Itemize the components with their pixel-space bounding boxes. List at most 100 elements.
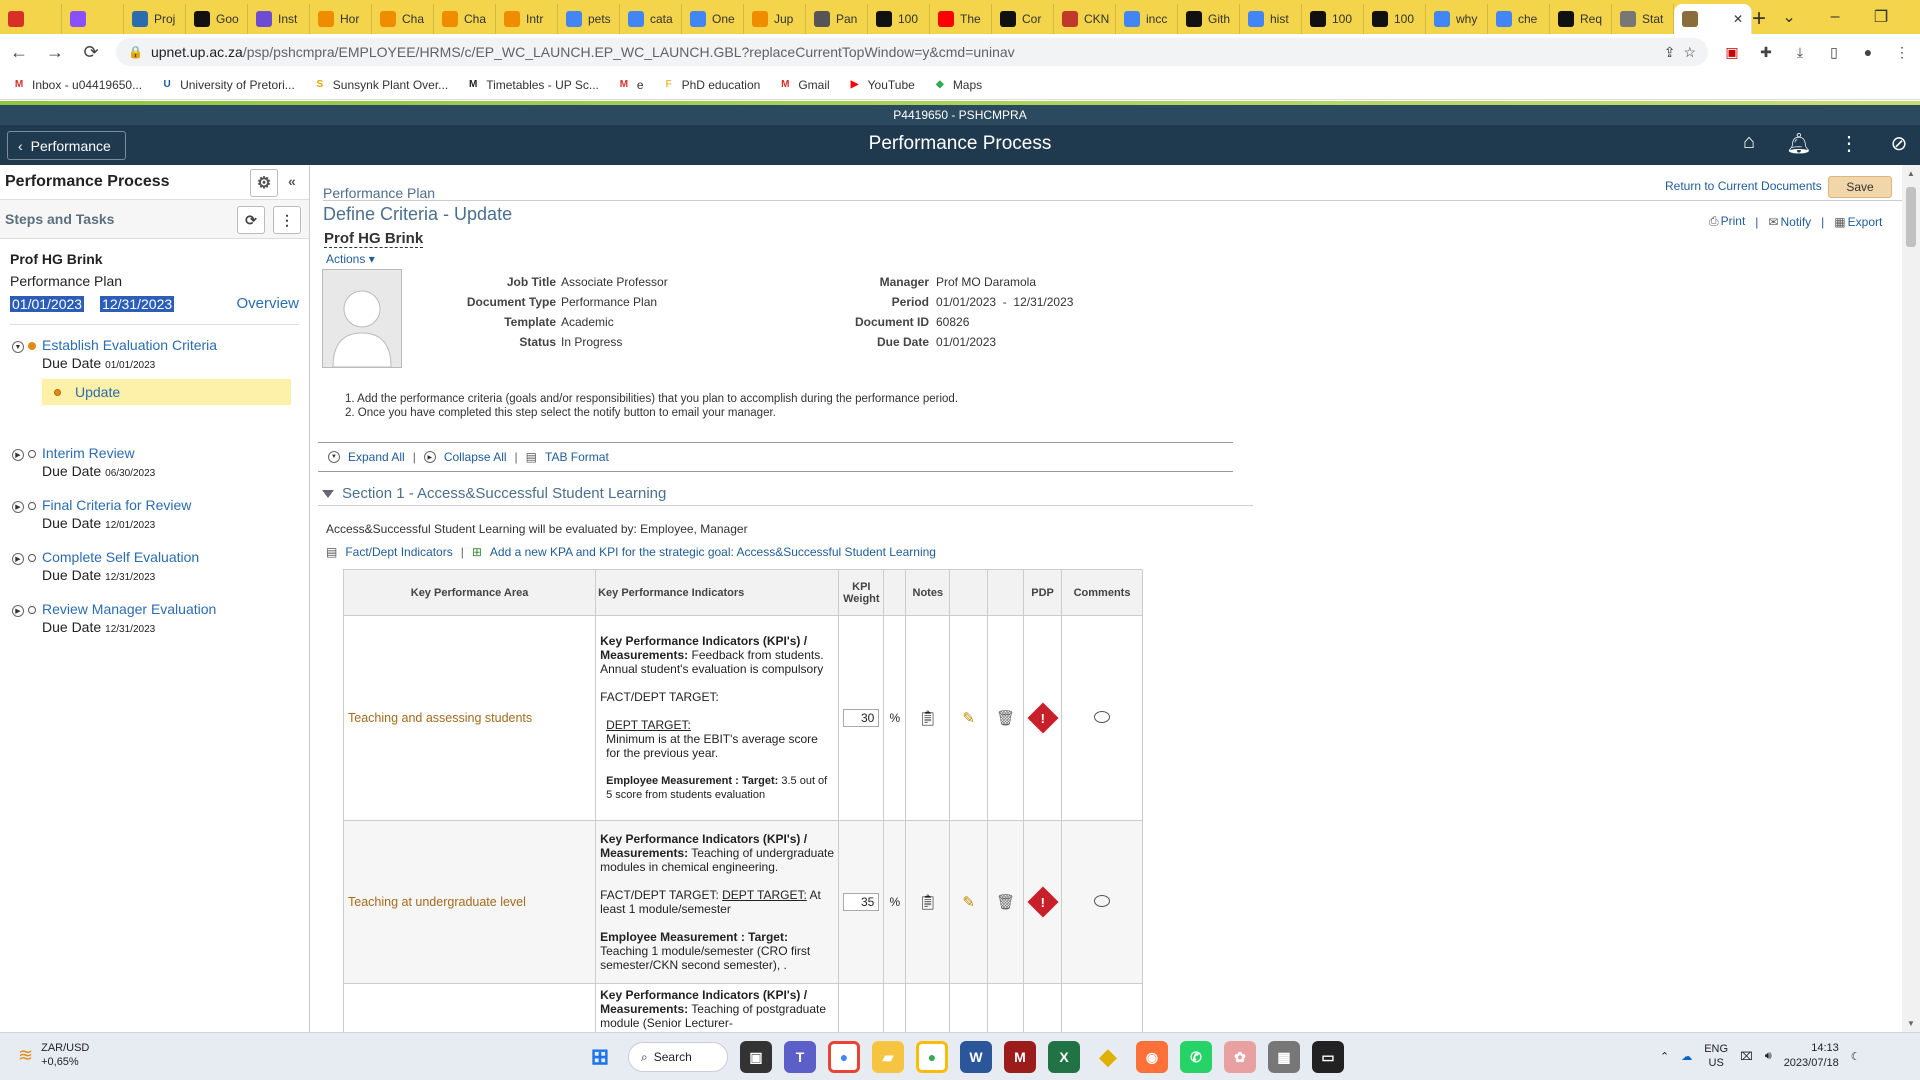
excel-icon[interactable]: X <box>1048 1041 1080 1073</box>
download-icon[interactable]: ⤓ <box>1790 42 1810 62</box>
section-1-header[interactable]: Section 1 - Access&Successful Student Le… <box>322 485 666 502</box>
delete-icon[interactable]: 🗑︎ <box>987 615 1025 821</box>
file-explorer-icon[interactable]: ▰ <box>872 1041 904 1073</box>
teams-icon[interactable]: T <box>784 1041 816 1073</box>
close-tab-icon[interactable]: ✕ <box>1733 12 1743 26</box>
address-bar[interactable]: 🔒 upnet.up.ac.za/psp/pshcmpra/EMPLOYEE/H… <box>116 38 1708 66</box>
add-kpa-link[interactable]: Add a new KPA and KPI for the strategic … <box>490 545 936 559</box>
step-title-link[interactable]: Final Criteria for Review <box>42 497 309 513</box>
step-title-link[interactable]: Establish Evaluation Criteria <box>42 337 309 353</box>
more-actions-icon[interactable]: ⋮ <box>1836 131 1862 156</box>
collapse-step-icon[interactable]: ▼ <box>12 341 24 353</box>
chrome-icon[interactable]: ● <box>828 1041 860 1073</box>
firefox-icon[interactable]: ◉ <box>1136 1041 1168 1073</box>
notes-icon[interactable]: 📋︎ <box>905 615 951 821</box>
navbar-icon[interactable]: ⊘ <box>1886 131 1912 156</box>
pdp-warning-icon[interactable]: ! <box>1023 820 1063 984</box>
side-panel-icon[interactable]: ▯ <box>1824 42 1844 62</box>
browser-tab[interactable]: Goo <box>186 4 248 34</box>
word-icon[interactable]: W <box>960 1041 992 1073</box>
browser-tab[interactable]: Inst <box>248 4 310 34</box>
browser-tab[interactable]: incc <box>1116 4 1178 34</box>
bookmark-item[interactable]: M Timetables - UP Sc... <box>466 78 599 92</box>
browser-tab[interactable]: Gith <box>1178 4 1240 34</box>
collapse-panel-icon[interactable]: « <box>288 173 296 189</box>
app-icon-pink[interactable]: ✿ <box>1224 1041 1256 1073</box>
breadcrumb[interactable]: Performance Plan <box>323 185 435 201</box>
browser-tab[interactable]: 100 <box>1364 4 1426 34</box>
task-update[interactable]: Update <box>42 379 291 405</box>
browser-tab[interactable]: pets <box>558 4 620 34</box>
browser-tab[interactable]: Stat <box>1612 4 1674 34</box>
browser-tab[interactable]: Req <box>1550 4 1612 34</box>
restore-button[interactable]: ❐ <box>1858 7 1904 27</box>
bookmark-star-icon[interactable]: ☆ <box>1683 44 1696 61</box>
browser-tab[interactable]: Cha <box>372 4 434 34</box>
browser-tab[interactable]: cata <box>620 4 682 34</box>
chrome-active-icon[interactable]: ● <box>916 1041 948 1073</box>
expand-step-icon[interactable]: ▶ <box>12 605 24 617</box>
bookmark-item[interactable]: S Sunsynk Plant Over... <box>313 78 448 92</box>
comment-icon[interactable] <box>1061 820 1143 984</box>
kpi-weight-input[interactable]: 35 <box>843 893 880 911</box>
expand-all-link[interactable]: Expand All <box>348 450 405 464</box>
bookmark-item[interactable]: U University of Pretori... <box>160 78 294 92</box>
step-title-link[interactable]: Review Manager Evaluation <box>42 601 309 617</box>
notification-icon[interactable]: ☾ <box>1851 1050 1861 1063</box>
start-icon[interactable]: ⊞ <box>584 1041 616 1073</box>
volume-icon[interactable]: 🔊︎ <box>1765 1050 1772 1063</box>
export-link[interactable]: ▦ Export <box>1834 215 1882 229</box>
scroll-up-icon[interactable]: ▲ <box>1907 169 1915 178</box>
diamond-app-icon[interactable]: ◆ <box>1092 1041 1124 1073</box>
tab-format-link[interactable]: TAB Format <box>545 450 609 464</box>
person-name[interactable]: Prof HG Brink <box>324 230 424 248</box>
browser-tab[interactable]: hist <box>1240 4 1302 34</box>
overview-link[interactable]: Overview <box>236 295 299 312</box>
network-icon[interactable]: ⌧ <box>1740 1050 1753 1063</box>
share-icon[interactable]: ⇪ <box>1664 44 1676 61</box>
browser-tab[interactable]: The <box>930 4 992 34</box>
bookmark-item[interactable]: M Inbox - u04419650... <box>12 78 142 92</box>
refresh-icon[interactable]: ⟳ <box>237 206 265 234</box>
bookmark-item[interactable]: ▶ YouTube <box>848 78 915 92</box>
fact-dept-indicators-link[interactable]: Fact/Dept Indicators <box>345 545 452 559</box>
save-button[interactable]: Save <box>1828 176 1892 198</box>
browser-tab[interactable] <box>0 4 62 34</box>
browser-tab[interactable]: Pan <box>806 4 868 34</box>
language-indicator[interactable]: ENG US <box>1704 1042 1728 1070</box>
tab-search-icon[interactable]: ⌄ <box>1766 7 1812 27</box>
browser-tab[interactable]: Intr <box>496 4 558 34</box>
bookmark-item[interactable]: F PhD education <box>662 78 761 92</box>
print-link[interactable]: ⎙ Print <box>1709 214 1745 229</box>
pdp-warning-icon[interactable]: ! <box>1023 615 1063 821</box>
expand-step-icon[interactable]: ▶ <box>12 553 24 565</box>
browser-tab[interactable]: Cha <box>434 4 496 34</box>
browser-tab[interactable]: 100 <box>868 4 930 34</box>
browser-tab[interactable]: ✕ <box>1674 4 1752 34</box>
scrollbar-thumb[interactable] <box>1906 187 1916 247</box>
new-tab-button[interactable]: + <box>1752 4 1766 34</box>
expand-step-icon[interactable]: ▶ <box>12 501 24 513</box>
gear-icon[interactable]: ⚙ <box>250 169 278 197</box>
close-window-button[interactable]: ✕ <box>1904 7 1920 27</box>
task-view-icon[interactable]: ▣ <box>740 1041 772 1073</box>
profile-avatar[interactable]: ● <box>1858 42 1878 62</box>
home-icon[interactable]: ⌂ <box>1736 131 1762 156</box>
notify-link[interactable]: ✉ Notify <box>1768 215 1811 229</box>
scroll-down-icon[interactable]: ▼ <box>1907 1019 1915 1028</box>
step-title-link[interactable]: Interim Review <box>42 445 309 461</box>
browser-tab[interactable]: Hor <box>310 4 372 34</box>
kpa-link[interactable] <box>342 983 597 1032</box>
pdf-extension-icon[interactable]: ▣ <box>1722 42 1742 62</box>
delete-icon[interactable]: 🗑︎ <box>987 820 1025 984</box>
browser-tab[interactable]: One <box>682 4 744 34</box>
browser-tab[interactable]: CKN <box>1054 4 1116 34</box>
kpa-link[interactable]: Teaching at undergraduate level <box>342 820 597 984</box>
browser-tab[interactable]: Jup <box>744 4 806 34</box>
chevron-up-icon[interactable]: ⌃ <box>1660 1050 1669 1063</box>
edit-pencil-icon[interactable]: ✎ <box>949 615 989 821</box>
notes-icon[interactable]: 📋︎ <box>905 820 951 984</box>
expand-step-icon[interactable]: ▶ <box>12 449 24 461</box>
comment-icon[interactable] <box>1061 615 1143 821</box>
calculator-icon[interactable]: ▦ <box>1268 1041 1300 1073</box>
